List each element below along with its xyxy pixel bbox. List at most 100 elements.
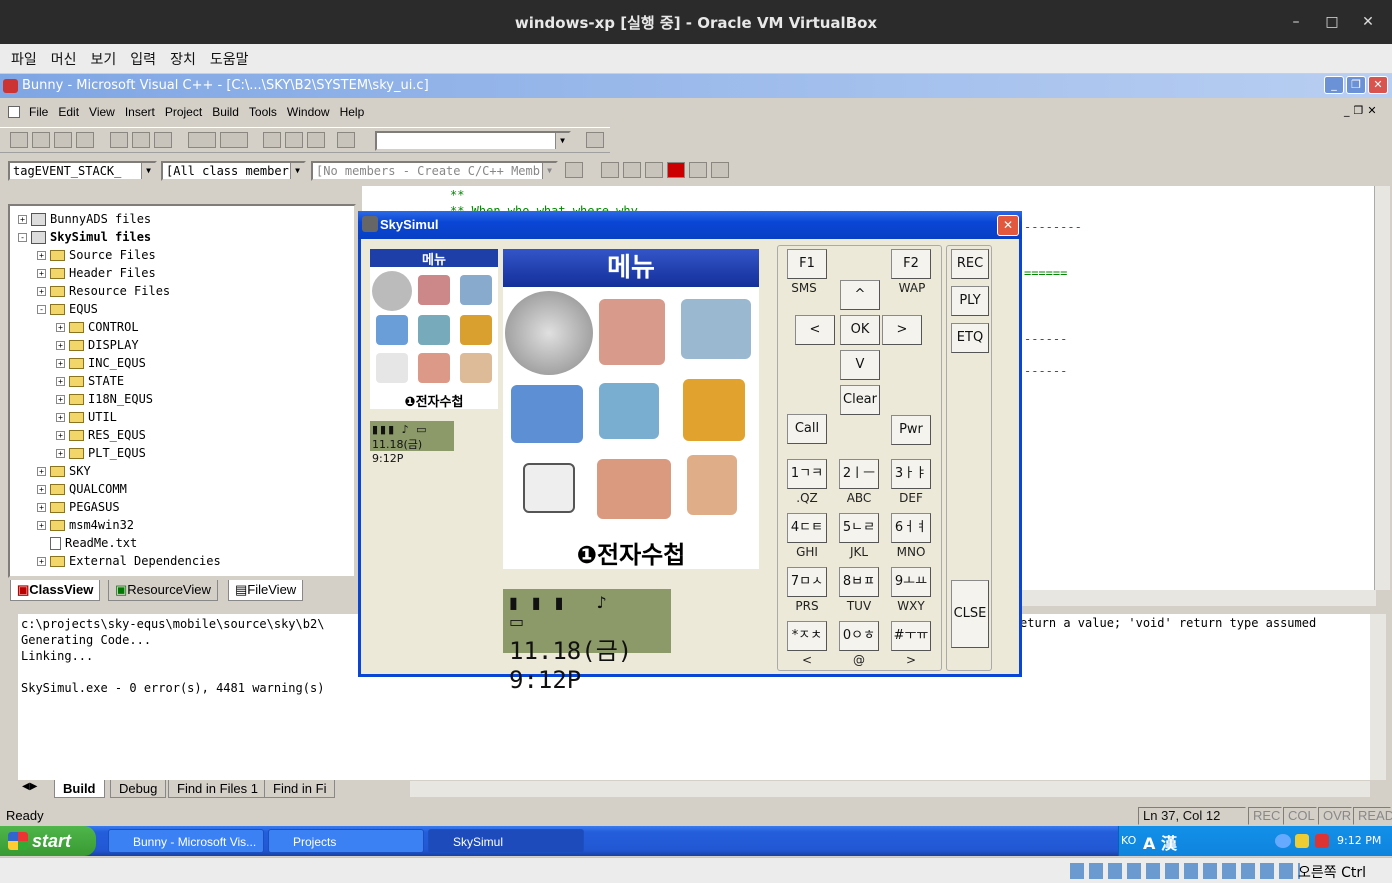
f1-key[interactable]: F1 — [787, 249, 827, 279]
num-key-k5[interactable]: 5ㄴㄹ — [839, 513, 879, 543]
copy-icon[interactable] — [131, 132, 150, 148]
num-key-k9[interactable]: 9ㅗㅛ — [891, 567, 931, 597]
tree-item[interactable]: + STATE — [56, 372, 124, 390]
vbox-menu-view[interactable]: 보기 — [84, 49, 124, 69]
num-key-k0[interactable]: 0ㅇㅎ — [839, 621, 879, 651]
tab-resourceview[interactable]: ▣ResourceView — [108, 580, 218, 601]
tree-item[interactable]: + PEGASUS — [37, 498, 120, 516]
skysimul-close-icon[interactable]: ✕ — [997, 215, 1019, 236]
class-combo[interactable]: tagEVENT_STACK_ ▼ — [8, 161, 157, 181]
side-key-etq[interactable]: ETQ — [951, 323, 989, 353]
num-key-k1[interactable]: 1ㄱㅋ — [787, 459, 827, 489]
output-hscroll[interactable] — [410, 781, 1370, 797]
expand-icon[interactable]: + — [37, 503, 46, 512]
find-in-files-icon[interactable] — [337, 132, 356, 148]
menu-view[interactable]: View — [84, 105, 120, 119]
tree-item[interactable]: + msm4win32 — [37, 516, 134, 534]
expand-icon[interactable]: + — [37, 521, 46, 530]
find-combo[interactable]: ▼ — [375, 131, 571, 151]
ime-indicator[interactable]: A 漢 — [1143, 830, 1177, 854]
window-list-icon[interactable] — [307, 132, 326, 148]
compile-icon[interactable] — [601, 162, 619, 178]
clear-key[interactable]: Clear — [840, 385, 880, 415]
tree-item[interactable]: + I18N_EQUS — [56, 390, 153, 408]
side-key-clse[interactable]: CLSE — [951, 580, 989, 648]
mdi-controls[interactable]: _❐✕ — [1344, 104, 1381, 117]
tree-item[interactable]: + Resource Files — [37, 282, 170, 300]
right-key[interactable]: > — [882, 315, 922, 345]
tree-item[interactable]: - EQUS — [37, 300, 98, 318]
paste-icon[interactable] — [153, 132, 172, 148]
num-key-k4[interactable]: 4ㄷㅌ — [787, 513, 827, 543]
call-key[interactable]: Call — [787, 414, 827, 444]
menu-file[interactable]: File — [24, 105, 53, 119]
new-file-icon[interactable] — [10, 132, 28, 148]
tree-item[interactable]: + QUALCOMM — [37, 480, 127, 498]
tab-find-in-files-1[interactable]: Find in Files 1 — [168, 780, 267, 798]
output-vscroll[interactable] — [1370, 614, 1386, 780]
vbox-menu-file[interactable]: 파일 — [4, 49, 44, 69]
binoculars-icon[interactable] — [586, 132, 604, 148]
num-key-khash[interactable]: #ㅜㅠ — [891, 621, 931, 651]
tree-item[interactable]: + SKY — [37, 462, 91, 480]
vbox-menu-help[interactable]: 도움말 — [203, 49, 256, 69]
expand-icon[interactable]: + — [37, 251, 46, 260]
tree-item[interactable]: + External Dependencies — [37, 552, 221, 570]
down-key[interactable]: V — [840, 350, 880, 380]
tree-item[interactable]: + CONTROL — [56, 318, 139, 336]
tree-item[interactable]: + Header Files — [37, 264, 156, 282]
vc-minimize-icon[interactable]: _ — [1324, 76, 1344, 94]
task-bunny[interactable]: Bunny - Microsoft Vis... — [108, 829, 264, 853]
tab-fileview[interactable]: ▤FileView — [228, 580, 304, 601]
tree-item[interactable]: + INC_EQUS — [56, 354, 146, 372]
minimize-icon[interactable]: – — [1288, 14, 1304, 30]
expand-icon[interactable]: - — [18, 233, 27, 242]
redo-icon[interactable] — [219, 132, 248, 148]
menu-tools[interactable]: Tools — [244, 105, 282, 119]
wizard-action-icon[interactable] — [565, 162, 583, 178]
close-icon[interactable]: ✕ — [1360, 14, 1376, 30]
expand-icon[interactable]: + — [37, 467, 46, 476]
breakpoint-icon[interactable] — [711, 162, 729, 178]
expand-icon[interactable]: + — [37, 287, 46, 296]
expand-icon[interactable]: + — [56, 395, 65, 404]
vbox-device-icons[interactable] — [1070, 863, 1300, 879]
shield-icon[interactable] — [1295, 834, 1309, 848]
expand-icon[interactable]: - — [37, 305, 46, 314]
tray-back-icon[interactable] — [1275, 834, 1291, 848]
output-icon[interactable] — [285, 132, 304, 148]
tab-classview[interactable]: ▣ClassView — [10, 580, 101, 601]
menu-build[interactable]: Build — [207, 105, 244, 119]
vc-close-icon[interactable]: ✕ — [1368, 76, 1388, 94]
vbox-menu-input[interactable]: 입력 — [123, 49, 163, 69]
vbox-menu-machine[interactable]: 머신 — [44, 49, 84, 69]
save-all-icon[interactable] — [76, 132, 94, 148]
members-combo[interactable]: [All class members] ▼ — [161, 161, 306, 181]
expand-icon[interactable]: + — [56, 449, 65, 458]
stop-build-icon[interactable] — [645, 162, 663, 178]
tree-item[interactable]: + BunnyADS files — [18, 210, 151, 228]
expand-icon[interactable]: + — [56, 359, 65, 368]
undo-icon[interactable] — [187, 132, 216, 148]
cut-icon[interactable] — [109, 132, 128, 148]
menu-help[interactable]: Help — [335, 105, 370, 119]
build-icon[interactable] — [623, 162, 641, 178]
tree-item[interactable]: ReadMe.txt — [37, 534, 137, 552]
go-icon[interactable] — [689, 162, 707, 178]
tab-find-in-files-2[interactable]: Find in Fi — [264, 780, 336, 798]
security-alert-icon[interactable] — [1315, 834, 1329, 848]
tree-item[interactable]: + UTIL — [56, 408, 117, 426]
menu-edit[interactable]: Edit — [53, 105, 84, 119]
menu-insert[interactable]: Insert — [120, 105, 160, 119]
side-key-ply[interactable]: PLY — [951, 286, 989, 316]
num-key-kstar[interactable]: *ㅈㅊ — [787, 621, 827, 651]
side-key-rec[interactable]: REC — [951, 249, 989, 279]
expand-icon[interactable]: + — [56, 431, 65, 440]
num-key-k8[interactable]: 8ㅂㅍ — [839, 567, 879, 597]
num-key-k2[interactable]: 2ㅣㅡ — [839, 459, 879, 489]
vc-restore-icon[interactable]: ❐ — [1346, 76, 1366, 94]
save-icon[interactable] — [54, 132, 72, 148]
pwr-key[interactable]: Pwr — [891, 415, 931, 445]
editor-hscroll[interactable] — [1022, 590, 1376, 606]
tab-build[interactable]: Build — [54, 780, 105, 798]
